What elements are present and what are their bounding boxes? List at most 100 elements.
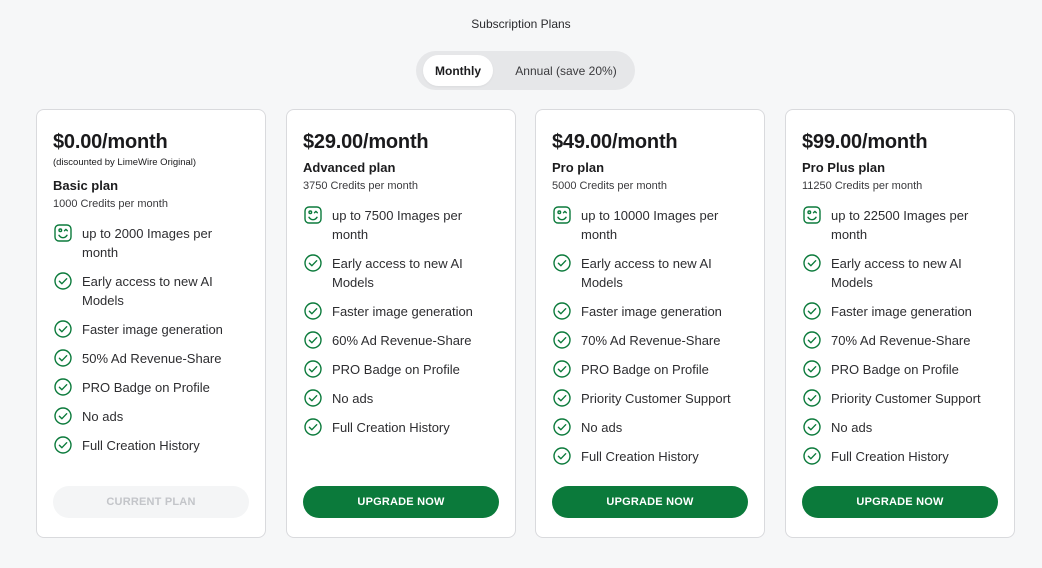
- feature-text: Priority Customer Support: [581, 391, 731, 406]
- check-circle-icon: [53, 271, 73, 291]
- plan-price: $49.00/month: [552, 131, 678, 153]
- feature-list: up to 2000 Images per month Early access …: [53, 224, 249, 455]
- feature-text: PRO Badge on Profile: [831, 362, 959, 377]
- image-icon: [802, 205, 822, 225]
- check-circle-icon: [303, 388, 323, 408]
- check-circle-icon: [552, 446, 572, 466]
- feature-text: Full Creation History: [581, 449, 699, 464]
- feature-text: Faster image generation: [831, 304, 972, 319]
- feature-item: 70% Ad Revenue-Share: [552, 331, 748, 350]
- feature-text: 70% Ad Revenue-Share: [581, 333, 721, 348]
- feature-item: Faster image generation: [53, 320, 249, 339]
- feature-item: up to 7500 Images per month: [303, 206, 499, 244]
- feature-text: Early access to new AI Models: [332, 256, 463, 290]
- toggle-monthly[interactable]: Monthly: [423, 55, 493, 86]
- feature-text: No ads: [581, 420, 623, 435]
- feature-item: Priority Customer Support: [802, 389, 998, 408]
- feature-text: Faster image generation: [332, 304, 473, 319]
- image-icon: [552, 205, 572, 225]
- check-circle-icon: [802, 388, 822, 408]
- feature-text: Early access to new AI Models: [82, 274, 213, 308]
- feature-text: 50% Ad Revenue-Share: [82, 351, 222, 366]
- feature-item: 50% Ad Revenue-Share: [53, 349, 249, 368]
- feature-text: No ads: [332, 391, 374, 406]
- check-circle-icon: [802, 446, 822, 466]
- check-circle-icon: [53, 319, 73, 339]
- feature-item: PRO Badge on Profile: [303, 360, 499, 379]
- feature-text: 60% Ad Revenue-Share: [332, 333, 472, 348]
- feature-item: up to 2000 Images per month: [53, 224, 249, 262]
- feature-list: up to 7500 Images per month Early access …: [303, 206, 499, 437]
- feature-item: Full Creation History: [802, 447, 998, 466]
- current-plan-button: CURRENT PLAN: [53, 486, 249, 518]
- feature-item: Early access to new AI Models: [53, 272, 249, 310]
- feature-item: up to 10000 Images per month: [552, 206, 748, 244]
- check-circle-icon: [303, 359, 323, 379]
- plan-card-advanced: $29.00/month Advanced plan 3750 Credits …: [286, 109, 516, 538]
- feature-text: Priority Customer Support: [831, 391, 981, 406]
- check-circle-icon: [552, 301, 572, 321]
- image-icon: [53, 223, 73, 243]
- feature-text: Full Creation History: [82, 438, 200, 453]
- plan-credits: 11250 Credits per month: [802, 180, 923, 192]
- check-circle-icon: [802, 359, 822, 379]
- feature-item: PRO Badge on Profile: [802, 360, 998, 379]
- upgrade-button[interactable]: UPGRADE NOW: [802, 486, 998, 518]
- feature-item: up to 22500 Images per month: [802, 206, 998, 244]
- feature-text: up to 22500 Images per month: [831, 208, 969, 242]
- plan-name: Advanced plan: [303, 160, 396, 175]
- feature-text: Early access to new AI Models: [831, 256, 962, 290]
- plan-name: Basic plan: [53, 178, 119, 193]
- feature-item: Faster image generation: [552, 302, 748, 321]
- check-circle-icon: [53, 377, 73, 397]
- check-circle-icon: [552, 417, 572, 437]
- feature-text: 70% Ad Revenue-Share: [831, 333, 971, 348]
- check-circle-icon: [303, 301, 323, 321]
- feature-list: up to 10000 Images per month Early access…: [552, 206, 748, 466]
- feature-item: Full Creation History: [53, 436, 249, 455]
- feature-item: No ads: [802, 418, 998, 437]
- feature-item: Faster image generation: [802, 302, 998, 321]
- toggle-annual[interactable]: Annual (save 20%): [504, 55, 628, 86]
- feature-item: No ads: [552, 418, 748, 437]
- discount-note: (discounted by LimeWire Original): [53, 157, 197, 168]
- feature-text: up to 2000 Images per month: [82, 226, 213, 260]
- feature-item: Full Creation History: [552, 447, 748, 466]
- feature-text: No ads: [831, 420, 873, 435]
- billing-period-toggle: Monthly Annual (save 20%): [416, 51, 635, 90]
- upgrade-button[interactable]: UPGRADE NOW: [303, 486, 499, 518]
- feature-item: Faster image generation: [303, 302, 499, 321]
- plan-card-pro-plus: $99.00/month Pro Plus plan 11250 Credits…: [785, 109, 1015, 538]
- feature-item: PRO Badge on Profile: [552, 360, 748, 379]
- check-circle-icon: [552, 359, 572, 379]
- feature-item: PRO Badge on Profile: [53, 378, 249, 397]
- check-circle-icon: [802, 253, 822, 273]
- plan-price: $29.00/month: [303, 131, 429, 153]
- plan-credits: 1000 Credits per month: [53, 198, 168, 210]
- check-circle-icon: [53, 348, 73, 368]
- check-circle-icon: [303, 330, 323, 350]
- feature-item: Full Creation History: [303, 418, 499, 437]
- check-circle-icon: [802, 330, 822, 350]
- feature-text: up to 10000 Images per month: [581, 208, 719, 242]
- plan-name: Pro plan: [552, 160, 605, 175]
- feature-text: up to 7500 Images per month: [332, 208, 463, 242]
- feature-item: No ads: [53, 407, 249, 426]
- check-circle-icon: [552, 253, 572, 273]
- page-title: Subscription Plans: [471, 17, 571, 31]
- feature-text: Full Creation History: [831, 449, 949, 464]
- check-circle-icon: [802, 417, 822, 437]
- feature-item: Early access to new AI Models: [303, 254, 499, 292]
- check-circle-icon: [53, 406, 73, 426]
- feature-list: up to 22500 Images per month Early access…: [802, 206, 998, 466]
- plan-name: Pro Plus plan: [802, 160, 886, 175]
- upgrade-button[interactable]: UPGRADE NOW: [552, 486, 748, 518]
- plan-credits: 3750 Credits per month: [303, 180, 418, 192]
- check-circle-icon: [802, 301, 822, 321]
- feature-text: PRO Badge on Profile: [82, 380, 210, 395]
- feature-item: Priority Customer Support: [552, 389, 748, 408]
- feature-item: 70% Ad Revenue-Share: [802, 331, 998, 350]
- feature-text: Faster image generation: [82, 322, 223, 337]
- plan-card-basic: $0.00/month (discounted by LimeWire Orig…: [36, 109, 266, 538]
- check-circle-icon: [303, 417, 323, 437]
